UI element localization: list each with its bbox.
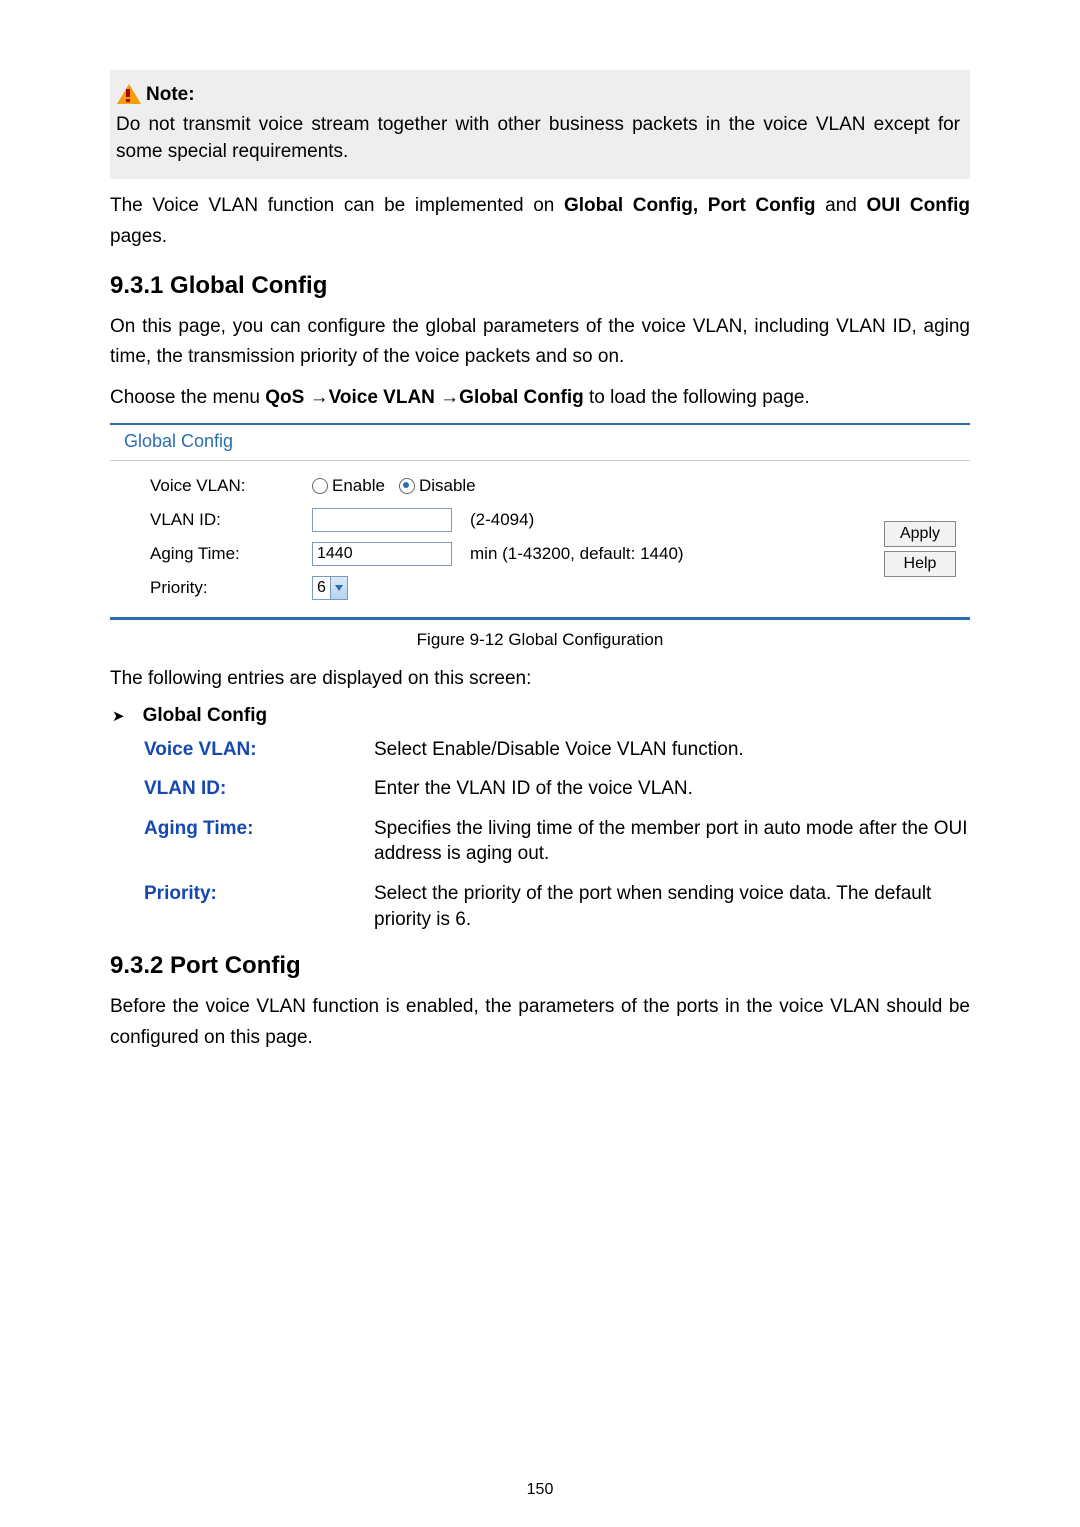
- entries-list: ➤ Global Config Voice VLAN: Select Enabl…: [112, 705, 970, 933]
- def-vlan-id: VLAN ID: Enter the VLAN ID of the voice …: [144, 776, 970, 802]
- arrow-bullet-icon: ➤: [112, 707, 125, 725]
- def-term: Priority:: [144, 881, 374, 932]
- section1-nav: Choose the menu QoS →Voice VLAN →Global …: [110, 383, 970, 413]
- radio-enable[interactable]: [312, 478, 328, 494]
- intro-bold1: Global Config, Port Config: [564, 195, 816, 216]
- row-vlan-id: VLAN ID: (2-4094): [150, 503, 884, 537]
- note-label: Note:: [146, 84, 195, 106]
- chevron-down-icon: [330, 577, 347, 599]
- def-term: Aging Time:: [144, 816, 374, 867]
- aging-label: Aging Time:: [150, 544, 312, 564]
- def-desc: Enter the VLAN ID of the voice VLAN.: [374, 776, 970, 802]
- intro-mid: and: [816, 195, 867, 216]
- def-priority: Priority: Select the priority of the por…: [144, 881, 970, 932]
- row-priority: Priority: 6: [150, 571, 884, 605]
- entries-heading: Global Config: [143, 705, 268, 727]
- intro-paragraph: The Voice VLAN function can be implement…: [110, 191, 970, 252]
- intro-post: pages.: [110, 226, 167, 247]
- note-header: Note:: [116, 84, 960, 106]
- section-9-3-2-heading: 9.3.2 Port Config: [110, 952, 970, 980]
- priority-value: 6: [313, 579, 330, 597]
- intro-bold2: OUI Config: [866, 195, 970, 216]
- apply-button[interactable]: Apply: [884, 521, 956, 547]
- def-term: VLAN ID:: [144, 776, 374, 802]
- def-term: Voice VLAN:: [144, 737, 374, 763]
- radio-disable[interactable]: [399, 478, 415, 494]
- panel-title: Global Config: [110, 425, 970, 461]
- page-number: 150: [0, 1481, 1080, 1499]
- row-voice-vlan: Voice VLAN: Enable Disable: [150, 469, 884, 503]
- figure-caption: Figure 9-12 Global Configuration: [110, 630, 970, 650]
- section1-p1: On this page, you can configure the glob…: [110, 312, 970, 373]
- voice-vlan-label: Voice VLAN:: [150, 476, 312, 496]
- note-box: Note: Do not transmit voice stream toget…: [110, 70, 970, 179]
- section2-p1: Before the voice VLAN function is enable…: [110, 992, 970, 1053]
- warning-icon: [116, 84, 142, 106]
- help-button[interactable]: Help: [884, 551, 956, 577]
- entries-heading-row: ➤ Global Config: [112, 705, 970, 727]
- def-voice-vlan: Voice VLAN: Select Enable/Disable Voice …: [144, 737, 970, 763]
- entries-intro: The following entries are displayed on t…: [110, 664, 970, 694]
- intro-pre: The Voice VLAN function can be implement…: [110, 195, 564, 216]
- aging-input[interactable]: [312, 542, 452, 566]
- priority-select[interactable]: 6: [312, 576, 348, 600]
- aging-hint: min (1-43200, default: 1440): [470, 544, 684, 564]
- vlan-id-hint: (2-4094): [470, 510, 534, 530]
- row-aging-time: Aging Time: min (1-43200, default: 1440): [150, 537, 884, 571]
- figure-9-12: Global Config Voice VLAN: Enable Disable…: [110, 423, 970, 650]
- button-column: Apply Help: [884, 469, 956, 605]
- nav-bold: QoS →Voice VLAN →Global Config: [265, 387, 583, 408]
- note-text: Do not transmit voice stream together wi…: [116, 112, 960, 165]
- def-aging-time: Aging Time: Specifies the living time of…: [144, 816, 970, 867]
- radio-enable-label: Enable: [332, 476, 385, 496]
- def-desc: Specifies the living time of the member …: [374, 816, 970, 867]
- form-area: Voice VLAN: Enable Disable VLAN ID: (2-4…: [110, 461, 970, 617]
- priority-label: Priority:: [150, 578, 312, 598]
- def-desc: Select the priority of the port when sen…: [374, 881, 970, 932]
- config-panel: Global Config Voice VLAN: Enable Disable…: [110, 423, 970, 620]
- nav-pre: Choose the menu: [110, 387, 265, 408]
- def-desc: Select Enable/Disable Voice VLAN functio…: [374, 737, 970, 763]
- section-9-3-1-heading: 9.3.1 Global Config: [110, 272, 970, 300]
- nav-post: to load the following page.: [584, 387, 810, 408]
- vlan-id-input[interactable]: [312, 508, 452, 532]
- radio-disable-label: Disable: [419, 476, 476, 496]
- vlan-id-label: VLAN ID:: [150, 510, 312, 530]
